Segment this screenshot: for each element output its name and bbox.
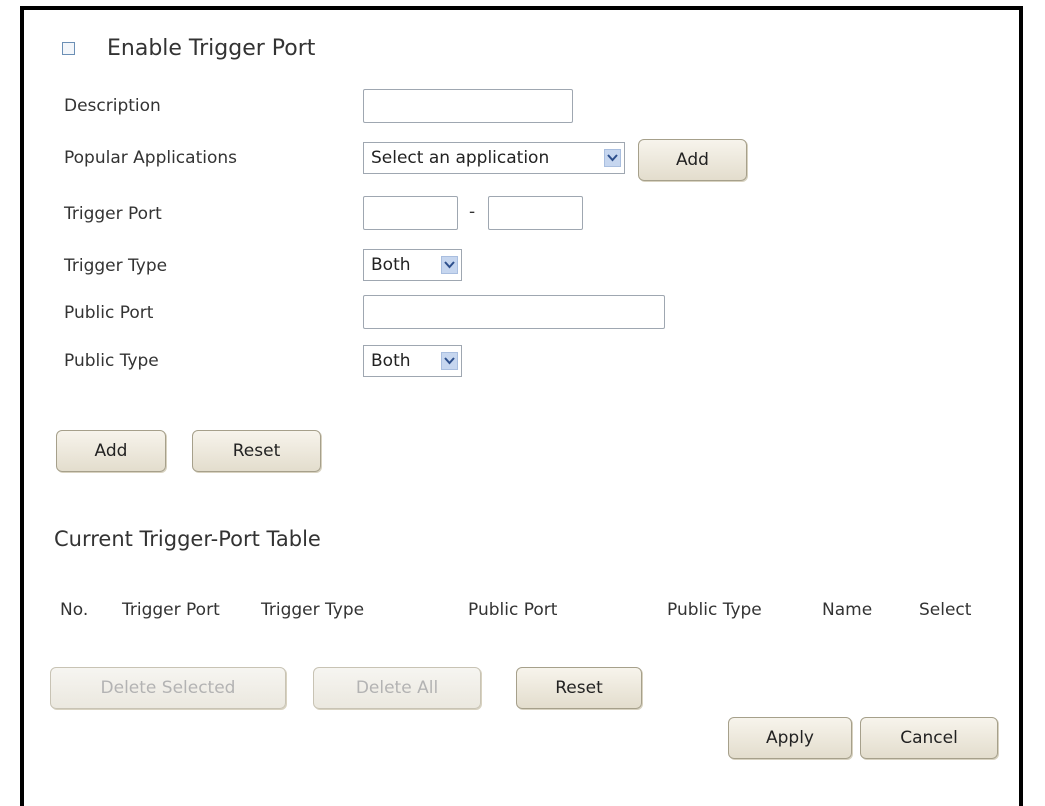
description-input[interactable] (363, 89, 573, 123)
add-button[interactable]: Add (56, 430, 166, 472)
column-header-public-port: Public Port (468, 600, 558, 620)
cancel-button[interactable]: Cancel (860, 717, 998, 759)
trigger-type-label: Trigger Type (64, 256, 168, 276)
popular-applications-label: Popular Applications (64, 148, 237, 168)
public-port-input[interactable] (363, 295, 665, 329)
public-type-label: Public Type (64, 351, 159, 371)
chevron-down-icon[interactable] (441, 256, 458, 274)
popular-add-button[interactable]: Add (638, 139, 747, 181)
trigger-type-select[interactable]: Both (363, 249, 462, 281)
trigger-type-selected: Both (371, 255, 411, 275)
description-label: Description (64, 96, 161, 116)
trigger-port-to-input[interactable] (488, 196, 583, 230)
popular-applications-selected: Select an application (371, 148, 550, 168)
public-type-selected: Both (371, 351, 411, 371)
apply-button[interactable]: Apply (728, 717, 852, 759)
public-type-select[interactable]: Both (363, 345, 462, 377)
delete-selected-button[interactable]: Delete Selected (50, 667, 286, 709)
public-port-label: Public Port (64, 303, 154, 323)
column-header-name: Name (822, 600, 873, 620)
column-header-select: Select (919, 600, 972, 620)
popular-applications-select[interactable]: Select an application (363, 142, 625, 174)
trigger-port-label: Trigger Port (64, 204, 162, 224)
column-header-public-type: Public Type (667, 600, 762, 620)
column-header-trigger-port: Trigger Port (122, 600, 220, 620)
table-title: Current Trigger-Port Table (54, 527, 321, 551)
reset-button[interactable]: Reset (192, 430, 321, 472)
column-header-trigger-type: Trigger Type (261, 600, 365, 620)
table-reset-button[interactable]: Reset (516, 667, 642, 709)
chevron-down-icon[interactable] (604, 149, 621, 167)
trigger-port-from-input[interactable] (363, 196, 458, 230)
column-header-no: No. (60, 600, 89, 620)
trigger-port-separator: - (469, 202, 476, 222)
enable-trigger-port-checkbox[interactable] (62, 42, 75, 55)
delete-all-button[interactable]: Delete All (313, 667, 481, 709)
chevron-down-icon[interactable] (441, 352, 458, 370)
enable-trigger-port-label: Enable Trigger Port (107, 36, 316, 61)
